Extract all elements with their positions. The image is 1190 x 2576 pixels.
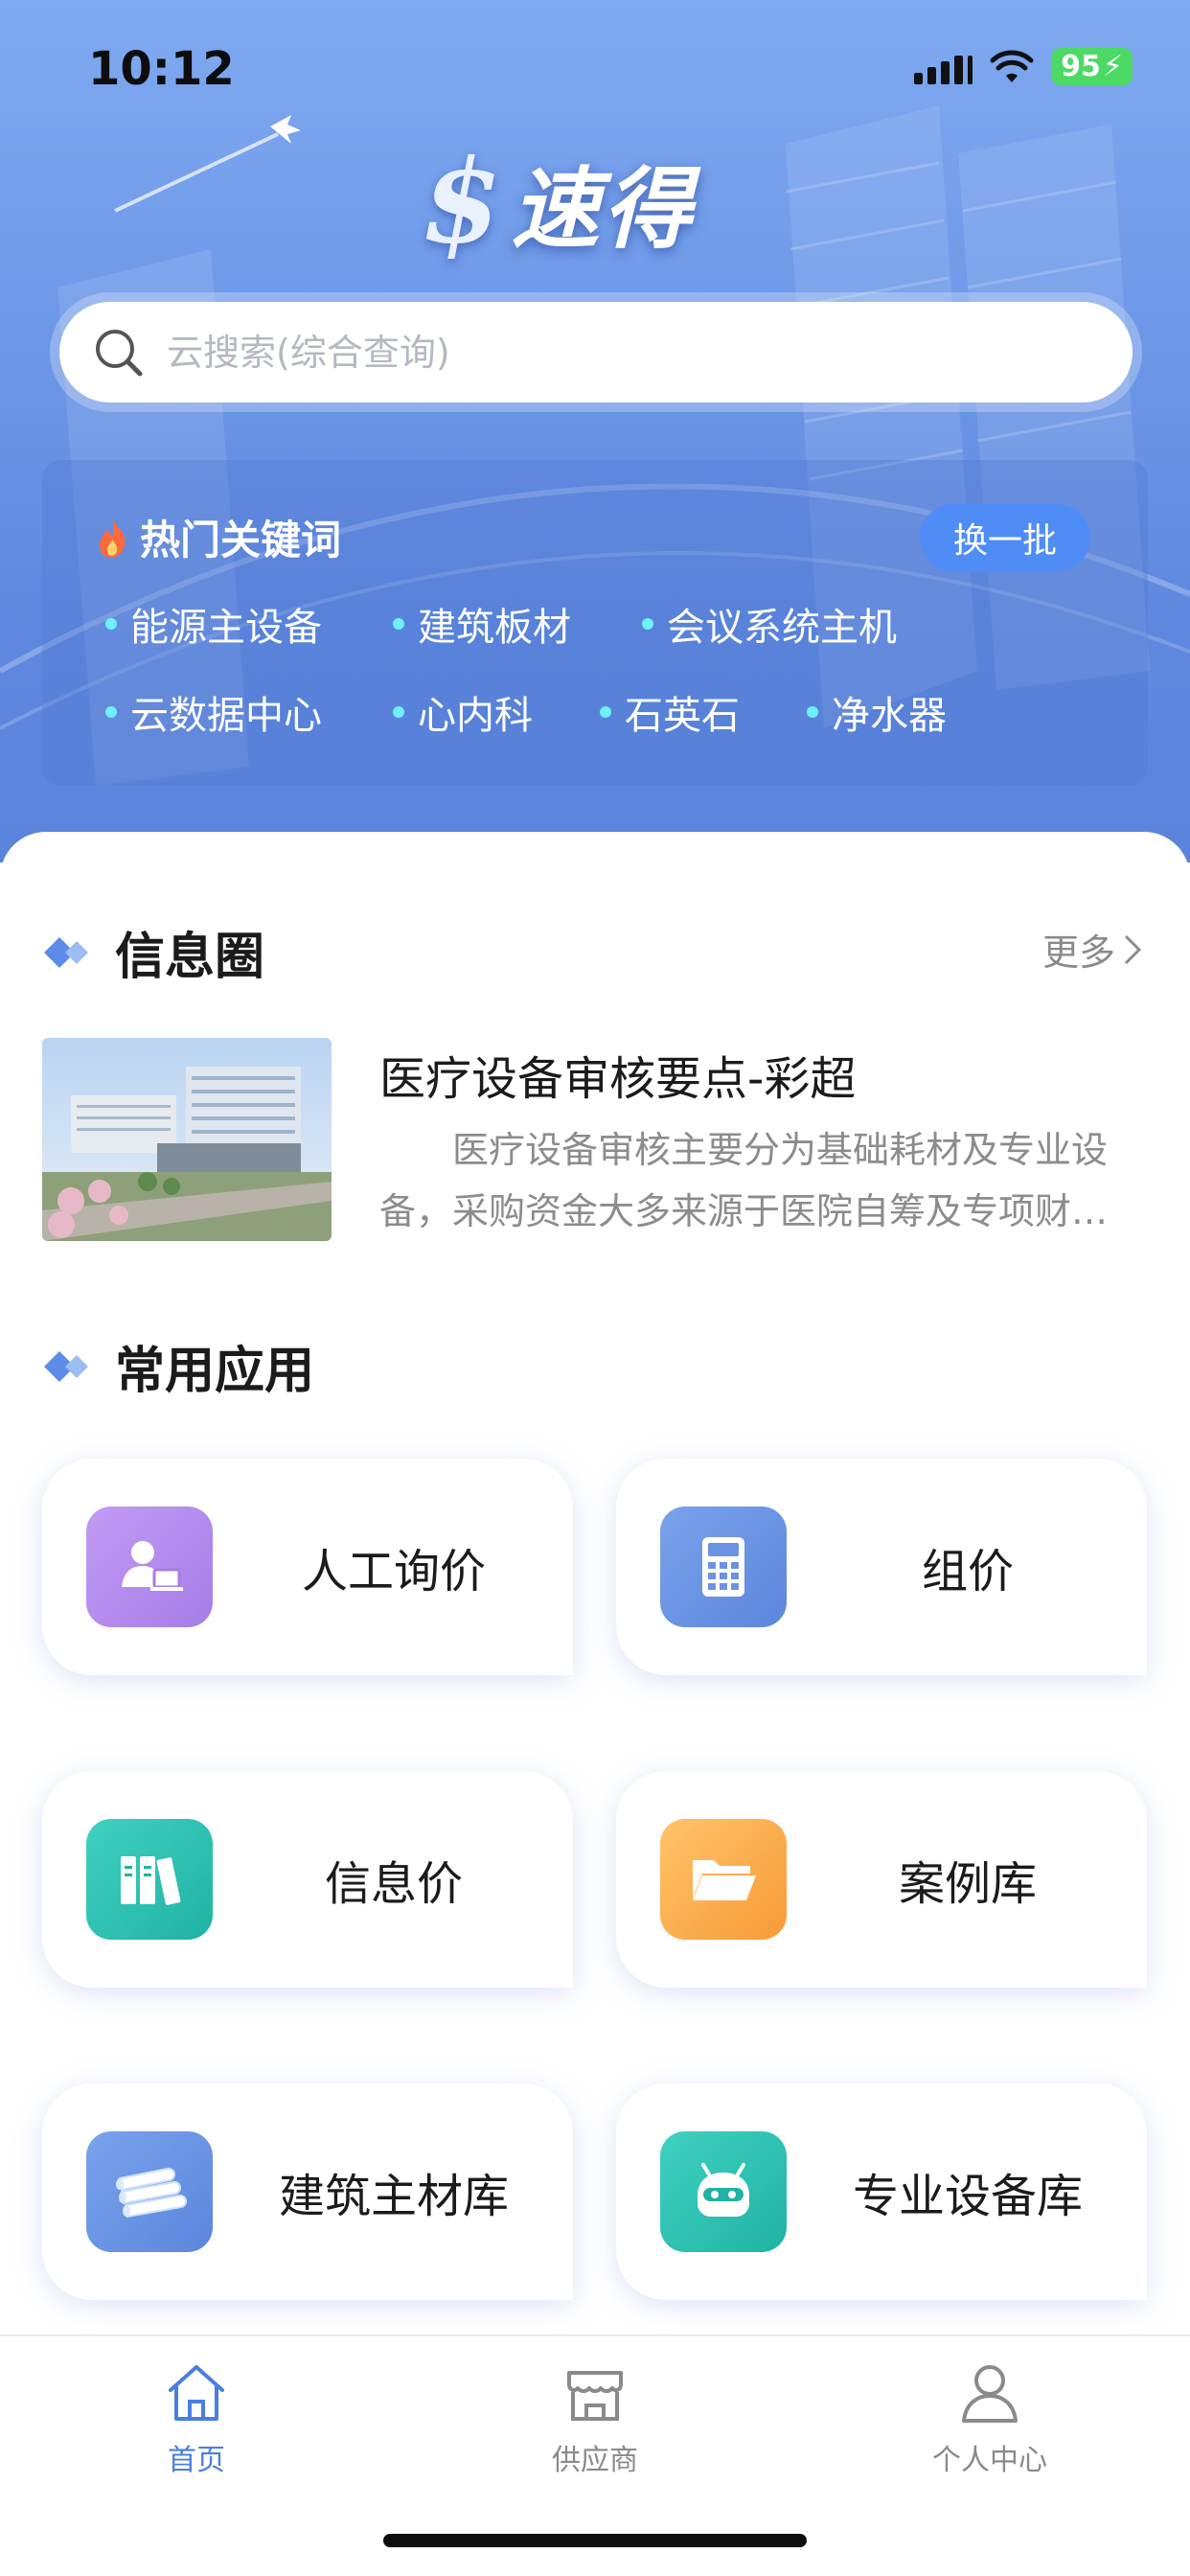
diamond-bullet-icon: [44, 936, 88, 968]
article-thumbnail[interactable]: [42, 1038, 332, 1241]
tab-home[interactable]: 首页: [72, 2359, 321, 2478]
refresh-keywords-button[interactable]: 换一批: [920, 504, 1090, 571]
app-logo: $ 速得: [422, 134, 696, 269]
hot-keywords-header: 热门关键词: [96, 508, 341, 566]
search-bar[interactable]: [59, 302, 1133, 402]
app-label: 专业设备库: [852, 2170, 1083, 2223]
battery-level: 95: [1061, 50, 1101, 83]
wifi-icon: [990, 50, 1034, 82]
hero-banner: 10:12 95 ⚡ $ 速得 热门关键词: [0, 0, 1190, 862]
folder-icon: [660, 1819, 787, 1940]
app-card-case-library[interactable]: 案例库: [616, 1771, 1147, 1988]
search-input[interactable]: [167, 331, 1029, 374]
fire-icon: [100, 518, 126, 558]
common-apps-header: 常用应用: [42, 1330, 314, 1402]
store-icon: [567, 2371, 623, 2421]
article-title[interactable]: 医疗设备审核要点-彩超: [379, 1041, 856, 1108]
home-indicator: [383, 2534, 807, 2547]
charging-bolt-icon: ⚡: [1102, 50, 1123, 83]
tab-label: 个人中心: [932, 2444, 1047, 2477]
books-icon: [86, 1819, 213, 1940]
keyword-tag[interactable]: 能源主设备: [105, 596, 322, 652]
keyword-tag[interactable]: 净水器: [807, 684, 947, 740]
tab-label: 供应商: [552, 2444, 638, 2477]
keyword-tag[interactable]: 会议系统主机: [642, 596, 897, 652]
chevron-right-icon: [1124, 934, 1142, 964]
keyword-tag[interactable]: 建筑板材: [393, 596, 571, 652]
app-label: 组价: [921, 1545, 1014, 1598]
keyword-tag[interactable]: 云数据中心: [105, 684, 322, 740]
app-card-info-price[interactable]: 信息价: [42, 1771, 573, 1988]
keyword-tag[interactable]: 石英石: [600, 684, 740, 740]
diamond-bullet-icon: [44, 1350, 88, 1382]
hot-keywords-panel: 热门关键词 换一批 能源主设备 建筑板材 会议系统主机 云数据中心 心内科 石英…: [42, 460, 1148, 786]
logo-text: 速得: [511, 158, 696, 261]
section-title: 常用应用: [115, 1343, 315, 1400]
main-content: 信息圈 更多 医疗设备审核要点-彩超 医疗设备审核主要分为基础耗材及专业设备，采…: [0, 832, 1190, 2338]
cellular-signal-icon: [914, 50, 973, 84]
app-label: 人工询价: [301, 1545, 486, 1598]
keyword-tag[interactable]: 心内科: [393, 684, 533, 740]
section-title: 信息圈: [115, 929, 265, 986]
more-label: 更多: [1041, 932, 1115, 974]
tab-profile[interactable]: 个人中心: [865, 2359, 1114, 2478]
hot-keywords-title: 热门关键词: [140, 517, 342, 564]
app-card-professional-equipment[interactable]: 专业设备库: [616, 2083, 1147, 2300]
app-label: 信息价: [324, 1857, 463, 1911]
app-label: 案例库: [898, 1857, 1037, 1911]
steel-pipes-icon: [86, 2131, 213, 2252]
logo-symbol: $: [422, 134, 502, 269]
home-icon: [169, 2365, 224, 2421]
tab-label: 首页: [168, 2444, 225, 2477]
tab-suppliers[interactable]: 供应商: [470, 2359, 720, 2478]
info-circle-header: 信息圈: [42, 916, 264, 988]
more-link[interactable]: 更多: [1042, 923, 1142, 976]
robot-icon: [660, 2131, 787, 2252]
app-card-group-pricing[interactable]: 组价: [616, 1459, 1147, 1675]
app-label: 建筑主材库: [278, 2170, 509, 2223]
app-card-manual-inquiry[interactable]: 人工询价: [42, 1459, 573, 1675]
calculator-icon: [660, 1506, 787, 1627]
battery-indicator: 95 ⚡: [1051, 48, 1133, 85]
user-icon: [962, 2365, 1018, 2423]
article-summary: 医疗设备审核主要分为基础耗材及专业设备，采购资金大多来源于医院自筹及专项财政资金: [379, 1129, 1109, 1232]
status-icons: 95 ⚡: [914, 48, 1133, 85]
status-time: 10:12: [88, 42, 235, 96]
person-consultant-icon: [86, 1506, 213, 1627]
app-card-building-materials[interactable]: 建筑主材库: [42, 2083, 573, 2300]
search-icon: [96, 329, 143, 376]
